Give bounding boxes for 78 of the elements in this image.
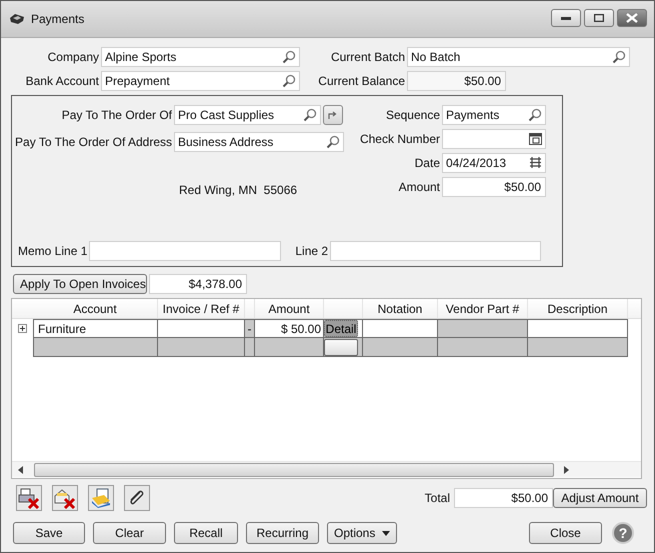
- action-button[interactable]: Recall: [174, 522, 238, 544]
- documents-icon: [90, 487, 112, 509]
- table-cell: Furniture: [33, 319, 158, 338]
- field-label: Check Number: [358, 132, 441, 146]
- input-field[interactable]: Payments: [442, 105, 546, 125]
- options-button[interactable]: Options: [327, 522, 397, 544]
- window-title: Payments: [31, 12, 84, 26]
- search-icon: [282, 50, 296, 64]
- field-label: Memo Line 1: [18, 244, 88, 258]
- delete-print-button[interactable]: [16, 485, 42, 511]
- scroll-right-icon[interactable]: [564, 466, 570, 474]
- horizontal-scrollbar[interactable]: [12, 461, 641, 477]
- field-label: Line 2: [295, 244, 330, 258]
- help-button[interactable]: ?: [612, 522, 634, 544]
- address-text: Red Wing, MN 55066: [179, 183, 298, 197]
- detail-button[interactable]: [324, 338, 358, 356]
- field-label: Current Balance: [317, 74, 406, 88]
- action-button[interactable]: Recurring: [246, 522, 319, 544]
- maximize-icon: [594, 14, 604, 22]
- input-field[interactable]: $50.00: [407, 71, 506, 91]
- documents-button[interactable]: [88, 485, 114, 511]
- close-dialog-button[interactable]: Close: [529, 522, 602, 544]
- detail-button[interactable]: Detail: [324, 320, 358, 337]
- input-field[interactable]: $50.00: [442, 177, 546, 197]
- scroll-left-icon[interactable]: [18, 466, 24, 474]
- input-field[interactable]: [442, 129, 546, 149]
- column-header: Description: [547, 302, 608, 316]
- table-cell: -: [245, 319, 255, 338]
- search-icon: [282, 74, 296, 88]
- search-icon: [528, 108, 542, 122]
- close-icon: [626, 13, 638, 23]
- close-button[interactable]: [617, 9, 647, 27]
- input-field[interactable]: [89, 241, 282, 261]
- total-field: $50.00: [454, 488, 553, 508]
- total-label: Total: [424, 491, 451, 505]
- grid-icon: [529, 156, 542, 169]
- input-field[interactable]: 04/24/2013: [442, 153, 546, 173]
- maximize-button[interactable]: [584, 9, 614, 27]
- calendar-icon: [529, 132, 542, 145]
- open-record-button[interactable]: [323, 105, 343, 125]
- caret-icon: [382, 530, 390, 536]
- app-icon: [9, 13, 25, 25]
- attach-button[interactable]: [124, 485, 150, 511]
- invoice-total-field: $4,378.00: [149, 274, 247, 294]
- search-icon: [303, 108, 317, 122]
- field-label: Bank Account: [24, 74, 100, 88]
- column-header: Vendor Part #: [446, 302, 520, 316]
- action-button[interactable]: Clear: [93, 522, 166, 544]
- input-field[interactable]: No Batch: [407, 47, 630, 67]
- envelope-delete-icon: [54, 487, 76, 509]
- printer-delete-icon: [18, 487, 40, 509]
- adjust-amount-button[interactable]: Adjust Amount: [553, 488, 647, 508]
- search-icon: [326, 135, 340, 149]
- minimize-button[interactable]: [551, 9, 581, 27]
- input-field[interactable]: Pro Cast Supplies: [174, 105, 321, 125]
- delete-mail-button[interactable]: [52, 485, 78, 511]
- column-header: Notation: [378, 302, 422, 316]
- action-button[interactable]: Save: [13, 522, 85, 544]
- expand-icon[interactable]: [18, 324, 27, 333]
- input-field[interactable]: Alpine Sports: [101, 47, 300, 67]
- arrow-icon: [328, 110, 338, 120]
- field-label: Sequence: [384, 108, 441, 122]
- input-field[interactable]: Prepayment: [101, 71, 300, 91]
- field-label: Date: [414, 156, 441, 170]
- input-field[interactable]: Business Address: [174, 132, 344, 152]
- field-label: Current Batch: [330, 50, 406, 64]
- column-header: Invoice / Ref #: [162, 302, 240, 316]
- column-header: Amount: [268, 302, 310, 316]
- input-field[interactable]: [330, 241, 542, 261]
- search-icon: [612, 50, 626, 64]
- apply-invoices-button[interactable]: Apply To Open Invoices: [13, 274, 147, 294]
- field-label: Pay To The Order Of Address: [14, 135, 173, 149]
- table-cell: [245, 338, 255, 357]
- field-label: Amount: [398, 180, 441, 194]
- field-label: Pay To The Order Of: [60, 108, 173, 122]
- column-header: Account: [73, 302, 117, 316]
- field-label: Company: [46, 50, 100, 64]
- minimize-icon: [561, 16, 571, 20]
